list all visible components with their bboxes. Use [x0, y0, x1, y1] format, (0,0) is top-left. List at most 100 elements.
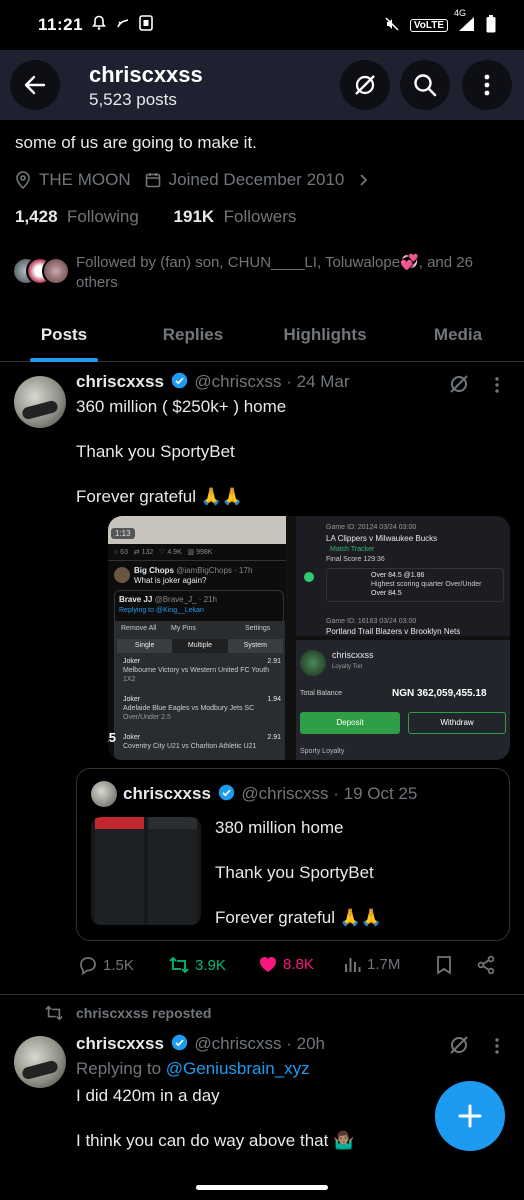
calendar-icon: [145, 173, 160, 188]
media-image[interactable]: Game ID: 20124 03/24 03:00 LA Clippers v…: [296, 516, 510, 636]
quoted-tweet[interactable]: chriscxxss @chriscxss · 19 Oct 25 380 mi…: [76, 768, 510, 941]
back-button[interactable]: [10, 60, 60, 110]
plus-icon: [458, 1104, 482, 1128]
repost-button[interactable]: 3.9K: [168, 955, 226, 975]
tweet-text-line: Forever grateful 🙏🙏: [76, 487, 244, 506]
search-button[interactable]: [400, 60, 450, 110]
profile-header: chriscxxss 5,523 posts: [0, 50, 524, 120]
followed-by-text: Followed by (fan) son, CHUN____LI, Toluw…: [76, 254, 473, 291]
view-count: 1.7M: [367, 955, 401, 973]
tab-highlights[interactable]: Highlights: [272, 312, 378, 362]
replying-handle[interactable]: @Geniusbrain_xyz: [166, 1059, 310, 1078]
more-button[interactable]: [462, 60, 512, 110]
tab-posts[interactable]: Posts: [30, 312, 98, 362]
chevron-right-icon[interactable]: [358, 173, 370, 187]
grok-button[interactable]: [340, 60, 390, 110]
reply-handle: @Brave_J_ · 21h: [154, 595, 217, 604]
loyalty-tier: Loyalty Tier: [332, 664, 363, 670]
tweet-author-name[interactable]: chriscxxss: [76, 1034, 164, 1053]
thumb-screen: [95, 817, 144, 925]
sporty-loyalty: Sporty Loyalty: [300, 748, 345, 755]
video-top-image: [108, 516, 286, 544]
tweet-header: chriscxxss @chriscxss · 24 Mar: [76, 372, 350, 392]
repost-label[interactable]: chriscxxss reposted: [76, 1005, 211, 1021]
embedded-text: What is joker again?: [134, 576, 207, 585]
game-match: LA Clippers v Milwaukee Bucks: [326, 534, 438, 543]
following-label: Following: [67, 207, 139, 226]
avatar: [42, 257, 70, 285]
profile-meta: THE MOON Joined December 2010: [15, 170, 370, 190]
reply-header: Brave JJ @Brave_J_ · 21h: [119, 595, 217, 604]
divider: [0, 994, 524, 995]
reply-button[interactable]: 1.5K: [78, 955, 134, 975]
embedded-author: Big Chops: [134, 566, 174, 575]
bet-item: Joker 2.91 Melbourne Victory vs Western U…: [123, 657, 281, 684]
heart-icon: [260, 957, 276, 972]
tweet-actions: 1.5K 3.9K 8.8K 1.7M: [76, 955, 510, 979]
quote-text-line: Thank you SportyBet: [215, 863, 374, 882]
network-type: 4G: [454, 7, 467, 18]
quote-text-line: 380 million home: [215, 818, 344, 837]
media-video[interactable]: 1:13 ○ 63 ⇄ 132 ♡ 4.9K ▥ 998K Big Chops …: [108, 516, 286, 760]
match-tracker: Match Tracker: [330, 546, 375, 553]
verified-badge-icon: [218, 784, 234, 801]
betslip-tab: Multiple: [172, 639, 228, 653]
check-icon: [304, 572, 314, 582]
followed-by[interactable]: Followed by (fan) son, CHUN____LI, Toluw…: [12, 253, 512, 293]
like-button[interactable]: 8.8K: [258, 955, 314, 973]
tweet-handle-date: @chriscxss · 24 Mar: [194, 372, 350, 391]
tab-media[interactable]: Media: [420, 312, 496, 362]
bet-match: Melbourne Victory vs Western United FC Y…: [123, 667, 270, 674]
game-match: Portland Trail Blazers v Brooklyn Nets: [326, 627, 461, 636]
arrow-left-icon: [24, 75, 46, 95]
views-icon: [345, 958, 361, 972]
tab-replies[interactable]: Replies: [148, 312, 238, 362]
tweet-text-line: I did 420m in a day: [76, 1086, 220, 1105]
grok-icon[interactable]: [448, 1034, 470, 1056]
avatar[interactable]: [14, 376, 66, 428]
more-vertical-icon[interactable]: [494, 1037, 500, 1055]
views-button[interactable]: 1.7M: [344, 955, 400, 973]
bet-label: Joker: [123, 734, 141, 741]
tweet-author-name[interactable]: chriscxxss: [76, 372, 164, 391]
quote-header: chriscxxss @chriscxss · 19 Oct 25: [123, 784, 417, 804]
media-image[interactable]: chriscxxss Loyalty Tier Total Balance NG…: [296, 640, 510, 760]
bet-market: Over/Under 2.5: [123, 714, 171, 721]
following-link[interactable]: 1,428 Following: [15, 207, 139, 226]
video-duration: 0:15: [108, 730, 117, 745]
embedded-handle: @iamBigChops · 17h: [176, 566, 253, 575]
bet-label: Joker: [123, 658, 141, 665]
bet-odds: 2.91: [267, 658, 281, 665]
reply-count: 1.5K: [103, 956, 134, 974]
quote-author-name: chriscxxss: [123, 784, 211, 803]
bet-odds: 2.91: [267, 734, 281, 741]
bookmark-button[interactable]: [436, 955, 452, 975]
bet-market: 1X2: [123, 676, 136, 683]
betslip-tab: Single: [117, 639, 173, 653]
share-button[interactable]: [476, 955, 496, 975]
gesture-bar[interactable]: [196, 1185, 328, 1190]
joined-text: Joined December 2010: [168, 170, 345, 189]
more-vertical-icon[interactable]: [494, 376, 500, 394]
quote-text-line: Forever grateful 🙏🙏: [215, 908, 383, 927]
tweet-media-grid[interactable]: 1:13 ○ 63 ⇄ 132 ♡ 4.9K ▥ 998K Big Chops …: [108, 516, 510, 760]
repost-icon: [45, 1005, 63, 1021]
compose-button[interactable]: [435, 1081, 505, 1151]
grok-icon: [355, 75, 375, 95]
grok-icon[interactable]: [448, 373, 470, 395]
followers-link[interactable]: 191K Followers: [174, 207, 297, 226]
deposit-button: Deposit: [300, 712, 400, 734]
replying-to: Replying to @Geniusbrain_xyz: [76, 1059, 310, 1079]
bet-match: Adelaide Blue Eagles vs Modbury Jets SC: [123, 705, 255, 712]
tweet-header: chriscxxss @chriscxss · 20h: [76, 1034, 325, 1054]
status-bar: 11:21 VoLTE 4G: [0, 0, 524, 50]
video-timestamp: 1:13: [111, 528, 135, 539]
avatar: [114, 567, 130, 583]
like-count: 8.8K: [283, 955, 314, 973]
reply-icon: [80, 957, 96, 975]
status-right: VoLTE 4G: [384, 8, 496, 36]
verified-badge-icon: [171, 1034, 187, 1051]
avatar[interactable]: [14, 1036, 66, 1088]
followers-label: Followers: [223, 207, 297, 226]
follow-stats: 1,428 Following 191K Followers: [15, 207, 296, 227]
